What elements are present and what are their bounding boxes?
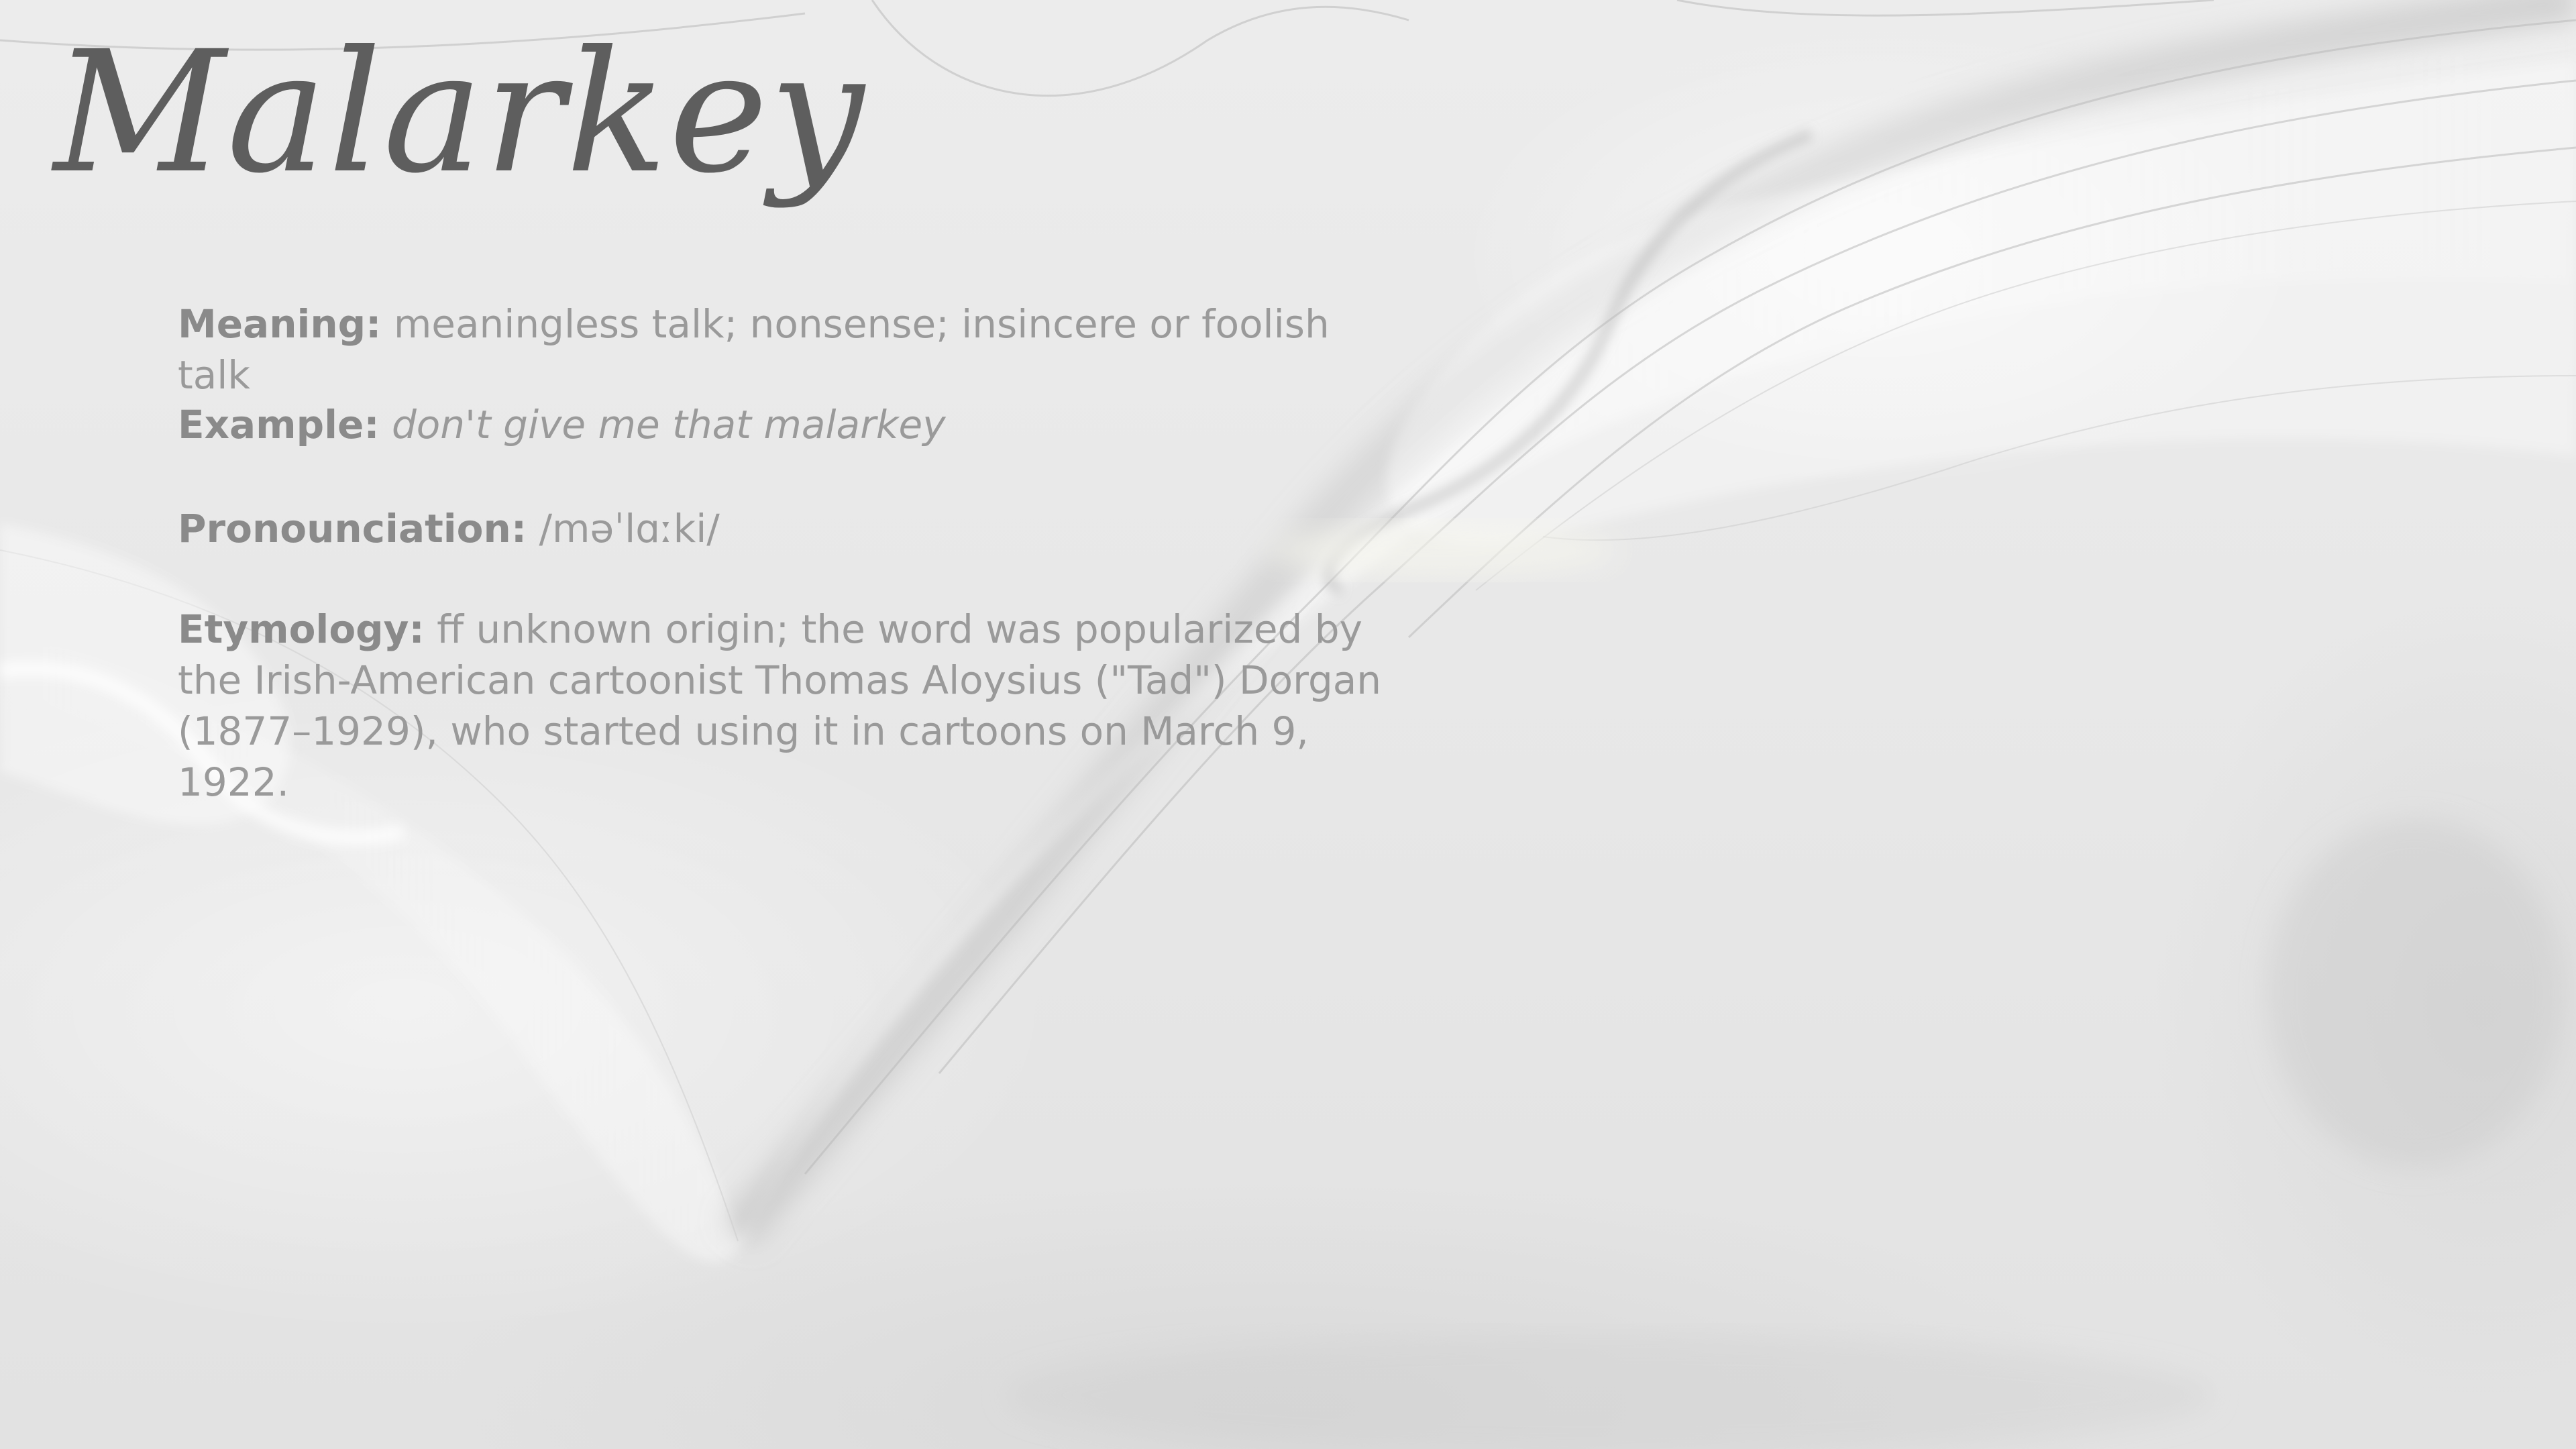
word-title: Malarkey — [54, 15, 866, 210]
etymology-row: Etymology: ff unknown origin; the word w… — [178, 604, 1385, 808]
example-text: don't give me that malarkey — [391, 402, 946, 447]
etymology-label: Etymology: — [178, 606, 425, 652]
example-row: Example: don't give me that malarkey — [178, 399, 946, 450]
pronunciation-label: Pronounciation: — [178, 506, 527, 551]
pronunciation-text: /məˈlɑːki/ — [539, 506, 720, 551]
example-label: Example: — [178, 402, 380, 447]
meaning-row: Meaning: meaningless talk; nonsense; ins… — [178, 299, 1385, 400]
pronunciation-row: Pronounciation: /məˈlɑːki/ — [178, 503, 720, 554]
meaning-label: Meaning: — [178, 301, 382, 347]
